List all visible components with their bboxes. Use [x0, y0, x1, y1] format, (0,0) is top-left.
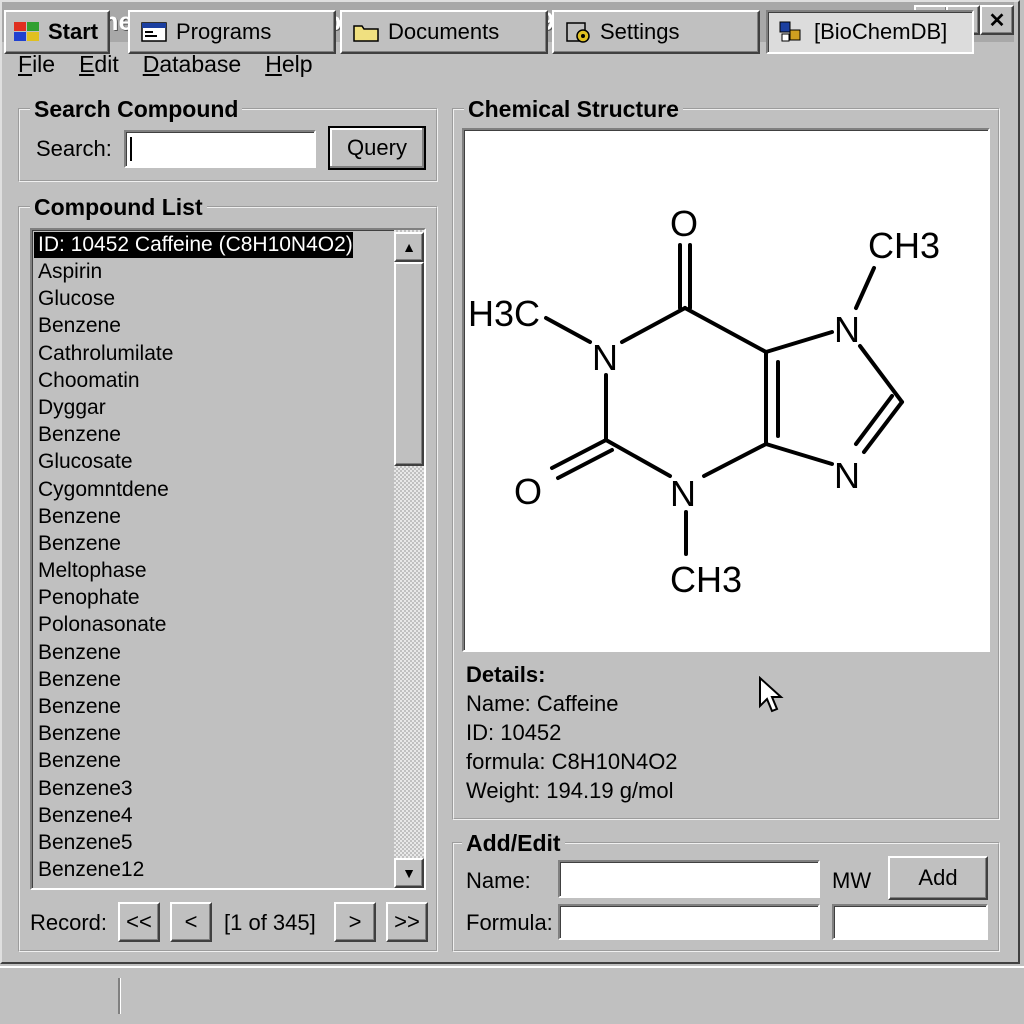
list-body: ID: 10452 Caffeine (C8H10N4O2) Aspirin Gl… — [32, 230, 392, 883]
atom-o-left: O — [514, 471, 542, 512]
query-button[interactable]: Query — [328, 126, 426, 170]
caffeine-structure-diagram: O CH3 H3C N N N O N CH3 — [468, 203, 940, 600]
atom-o-top: O — [670, 203, 698, 244]
text-caret — [130, 137, 132, 161]
mouse-pointer-icon — [759, 676, 784, 713]
compound-list-title: Compound List — [30, 194, 207, 221]
scroll-up-button[interactable]: ▲ — [394, 232, 424, 262]
atom-ch3-bottom: CH3 — [670, 559, 742, 600]
programs-icon — [140, 20, 168, 44]
atom-n1: N — [592, 337, 618, 378]
details-panel: Details: Name: Caffeine ID: 10452 formul… — [466, 660, 806, 805]
programs-button[interactable]: Programs — [128, 10, 336, 54]
atom-n9: N — [834, 455, 860, 496]
add-edit-title: Add/Edit — [462, 830, 565, 857]
first-record-button[interactable]: << — [118, 902, 160, 942]
add-button[interactable]: Add — [888, 856, 988, 900]
mw-field[interactable] — [832, 904, 988, 940]
list-item[interactable]: Benzene5 — [32, 829, 392, 856]
documents-button[interactable]: Documents — [340, 10, 548, 54]
formula-field[interactable] — [558, 904, 820, 940]
formula-label: Formula: — [466, 910, 553, 935]
start-button[interactable]: Start — [4, 10, 110, 54]
details-id: ID: 10452 — [466, 720, 562, 745]
record-position: [1 of 345] — [224, 910, 316, 935]
list-item[interactable]: Dyggar — [32, 394, 392, 421]
atom-n3: N — [670, 473, 696, 514]
biochemdb-task-button[interactable]: [BioChemDB] — [766, 10, 974, 54]
search-input[interactable] — [124, 130, 316, 168]
list-item[interactable]: Benzene — [32, 639, 392, 666]
name-label: Name: — [466, 868, 531, 893]
details-name: Name: Caffeine — [466, 691, 619, 716]
arrow-down-icon: ▼ — [402, 865, 416, 881]
atom-n7: N — [834, 309, 860, 350]
search-group-title: Search Compound — [30, 96, 243, 123]
list-item[interactable]: Aspirin — [32, 258, 392, 285]
windows-logo-icon — [12, 20, 42, 44]
atom-ch3-top-right: CH3 — [868, 225, 940, 266]
list-item[interactable]: Benzene — [32, 421, 392, 448]
list-item[interactable]: Benzene — [32, 503, 392, 530]
prev-record-button[interactable]: < — [170, 902, 212, 942]
compound-list: ID: 10452 Caffeine (C8H10N4O2) Aspirin Gl… — [30, 228, 426, 890]
atom-h3c-left: H3C — [468, 293, 540, 334]
list-item[interactable]: Choomatin — [32, 367, 392, 394]
list-item[interactable]: Glucosate — [32, 448, 392, 475]
scroll-down-button[interactable]: ▼ — [394, 858, 424, 888]
list-item[interactable]: Cathrolumilate — [32, 340, 392, 367]
structure-viewer: O CH3 H3C N N N O N CH3 — [462, 128, 990, 652]
list-item[interactable]: Benzene — [32, 530, 392, 557]
mw-label: MW — [832, 868, 872, 893]
list-item[interactable]: Benzene — [32, 720, 392, 747]
taskbar — [0, 966, 1024, 1024]
list-item[interactable]: Benzene12 — [32, 856, 392, 883]
list-item-selected[interactable]: ID: 10452 Caffeine (C8H10N4O2) — [34, 232, 353, 258]
list-item[interactable]: Benzene — [32, 666, 392, 693]
list-item[interactable]: Benzene — [32, 312, 392, 339]
taskbar-separator — [118, 978, 121, 1014]
list-item[interactable]: Benzene — [32, 693, 392, 720]
list-item[interactable]: Penophate — [32, 584, 392, 611]
record-label: Record: — [30, 910, 108, 935]
arrow-up-icon: ▲ — [402, 239, 416, 255]
search-label: Search: — [36, 136, 112, 161]
settings-button[interactable]: Settings — [552, 10, 760, 54]
list-item[interactable]: Glucose — [32, 285, 392, 312]
close-icon: ✕ — [988, 9, 1006, 32]
folder-icon — [352, 20, 380, 44]
last-record-button[interactable]: >> — [386, 902, 428, 942]
biochemdb-app-icon — [778, 20, 806, 44]
details-heading: Details: — [466, 662, 546, 687]
name-field[interactable] — [558, 860, 820, 898]
close-button[interactable]: ✕ — [980, 5, 1014, 35]
list-item[interactable]: Meltophase — [32, 557, 392, 584]
details-formula: formula: C8H10N4O2 — [466, 749, 678, 774]
list-item[interactable]: Polonasonate — [32, 611, 392, 638]
structure-group-title: Chemical Structure — [464, 96, 683, 123]
settings-icon — [564, 20, 592, 44]
list-item[interactable]: Benzene3 — [32, 775, 392, 802]
scroll-thumb[interactable] — [394, 262, 424, 466]
next-record-button[interactable]: > — [334, 902, 376, 942]
details-weight: Weight: 194.19 g/mol — [466, 778, 674, 803]
list-item[interactable]: Benzene4 — [32, 802, 392, 829]
list-item[interactable]: Cygomntdene — [32, 476, 392, 503]
list-item[interactable]: Benzene — [32, 747, 392, 774]
